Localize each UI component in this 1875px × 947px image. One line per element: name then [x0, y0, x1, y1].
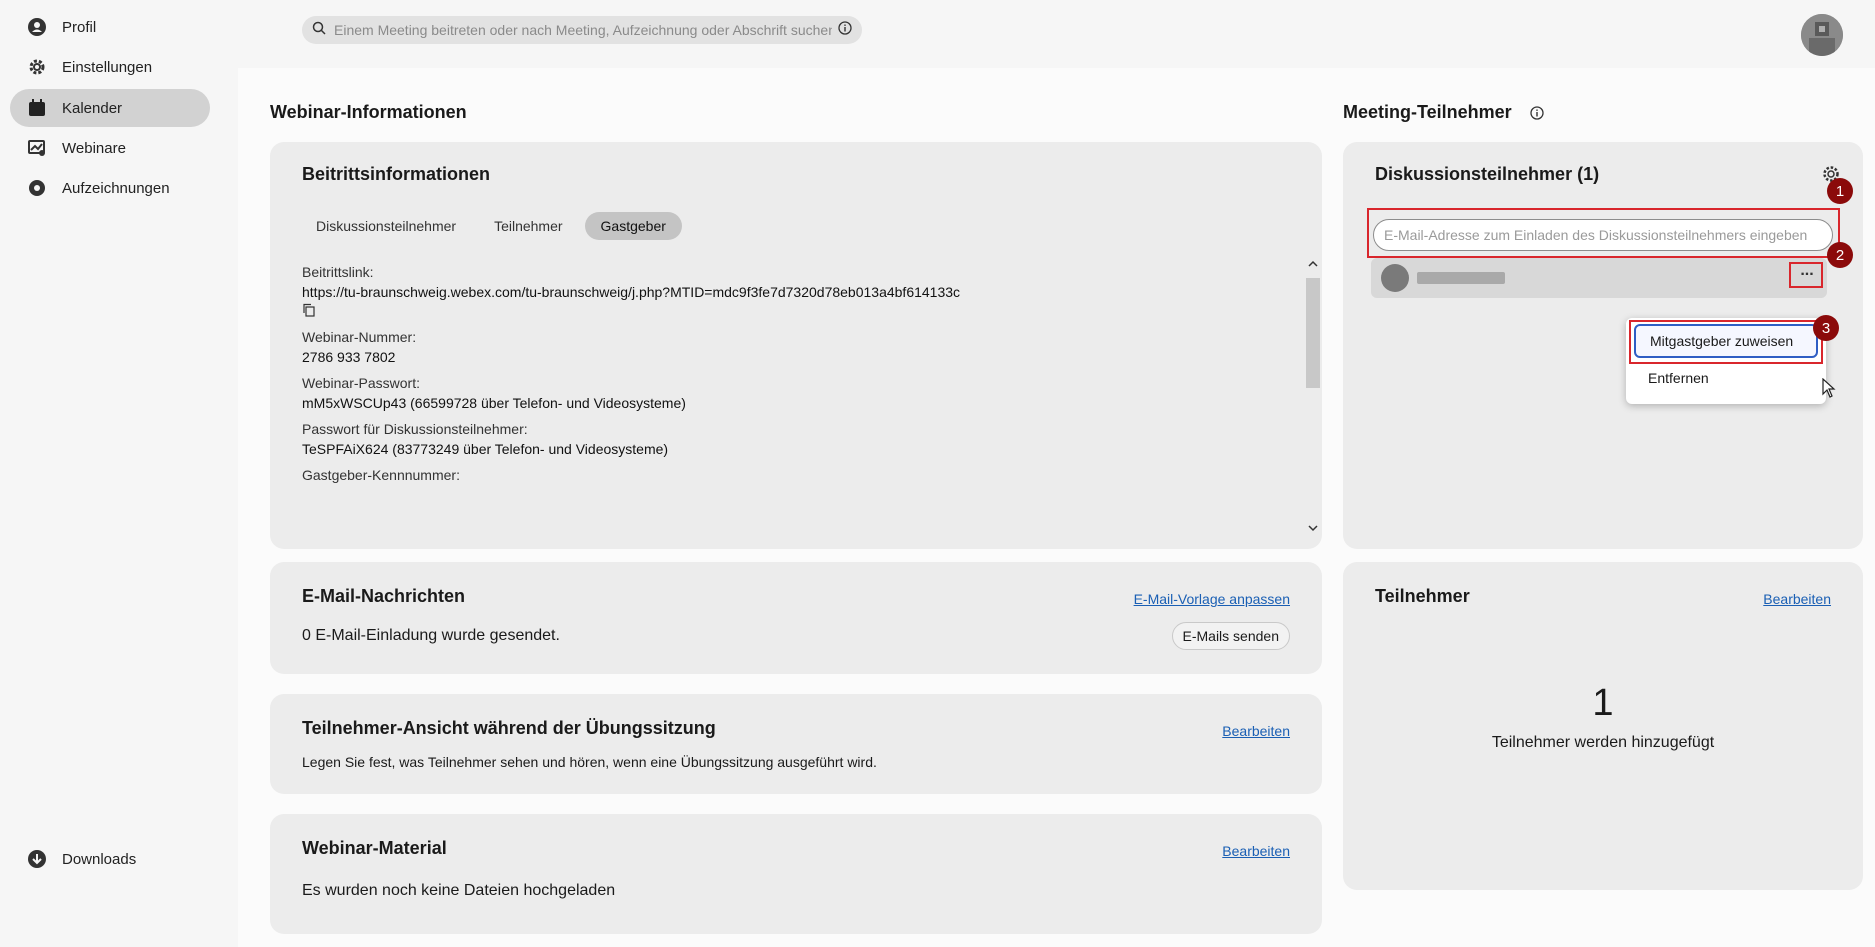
email-card-title: E-Mail-Nachrichten [302, 586, 466, 606]
practice-card-title: Teilnehmer-Ansicht während der Übungssit… [302, 718, 716, 738]
panelist-context-menu: Mitgastgeber zuweisen Entfernen [1626, 318, 1826, 404]
webinar-material-card: Webinar-Material Bearbeiten Es wurden no… [270, 814, 1322, 934]
search-icon [312, 21, 326, 40]
panelists-title: Diskussionsteilnehmer (1) [1375, 164, 1600, 184]
practice-edit-link[interactable]: Bearbeiten [1222, 723, 1290, 739]
sidebar-item-kalender[interactable]: Kalender [10, 89, 210, 127]
panelist-avatar [1381, 264, 1409, 292]
step-badge-1: 1 [1827, 178, 1853, 204]
join-info-card: Beitrittsinformationen Diskussionsteilne… [270, 142, 1322, 549]
main-content: Webinar-Informationen Beitrittsinformati… [238, 68, 1875, 947]
join-info-tabs: Diskussionsteilnehmer Teilnehmer Gastgeb… [300, 212, 682, 240]
attendees-desc: Teilnehmer werden hinzugefügt [1491, 734, 1715, 751]
sidebar-item-label: Einstellungen [62, 58, 153, 76]
panelist-name-blurred [1417, 272, 1505, 284]
panelist-password-label: Passwort für Diskussionsteilnehmer: [302, 421, 528, 437]
scrollbar[interactable] [1306, 264, 1320, 484]
panelist-password-value: TeSPFAiX624 (83773249 über Telefon- und … [302, 441, 669, 457]
gear-icon [26, 56, 48, 78]
sidebar-item-label: Webinare [62, 139, 126, 157]
sidebar-item-webinare[interactable]: Webinare [10, 129, 210, 167]
join-link-label: Beitrittslink: [302, 264, 374, 280]
sidebar: Profil Einstellungen Kalender Webinare A… [0, 0, 238, 947]
email-card: E-Mail-Nachrichten E-Mail-Vorlage anpass… [270, 562, 1322, 674]
avatar[interactable] [1801, 14, 1843, 56]
sidebar-item-downloads[interactable]: Downloads [10, 840, 210, 878]
attendee-count: 1 [1592, 682, 1614, 724]
sidebar-item-label: Kalender [62, 99, 123, 117]
join-info-title: Beitrittsinformationen [302, 164, 491, 184]
tab-diskussionsteilnehmer[interactable]: Diskussionsteilnehmer [300, 212, 472, 240]
step-badge-2: 2 [1827, 242, 1853, 268]
remove-menu-item[interactable]: Entfernen [1634, 361, 1818, 395]
scrollbar-thumb[interactable] [1306, 278, 1320, 388]
downloads-label: Downloads [62, 850, 137, 868]
scroll-down-icon[interactable] [1306, 520, 1320, 538]
download-icon [26, 848, 48, 870]
send-emails-button[interactable]: E-Mails senden [1171, 622, 1290, 650]
webinar-number-label: Webinar-Nummer: [302, 329, 417, 345]
webinar-icon [26, 137, 48, 159]
sidebar-item-aufzeichnungen[interactable]: Aufzeichnungen [10, 169, 210, 207]
mouse-cursor-icon [1822, 377, 1836, 403]
sidebar-item-label: Aufzeichnungen [62, 179, 170, 197]
sidebar-item-label: Profil [62, 18, 97, 36]
email-invite-input[interactable] [1373, 219, 1833, 251]
email-template-link[interactable]: E-Mail-Vorlage anpassen [1134, 591, 1290, 607]
more-options-button[interactable]: ... [1793, 263, 1821, 286]
material-card-title: Webinar-Material [302, 838, 447, 858]
sidebar-item-profil[interactable]: Profil [10, 8, 210, 46]
practice-session-card: Teilnehmer-Ansicht während der Übungssit… [270, 694, 1322, 794]
attendees-card: Teilnehmer Bearbeiten 1 Teilnehmer werde… [1343, 562, 1863, 890]
info-icon[interactable] [838, 20, 852, 40]
webinar-number-value: 2786 933 7802 [302, 349, 396, 365]
webinar-info-heading: Webinar-Informationen [270, 102, 467, 122]
webinar-password-value: mM5xWSCUp43 (66599728 über Telefon- und … [302, 395, 686, 411]
search-bar [302, 16, 862, 44]
copy-icon[interactable] [302, 303, 1082, 319]
calendar-icon [26, 97, 48, 119]
profile-icon [26, 16, 48, 38]
step-badge-3: 3 [1813, 315, 1839, 341]
webinar-password-label: Webinar-Passwort: [302, 375, 421, 391]
recording-icon [26, 177, 48, 199]
join-info-details: Beitrittslink: https://tu-braunschweig.w… [302, 264, 1082, 514]
tab-teilnehmer[interactable]: Teilnehmer [478, 212, 578, 240]
material-card-desc: Es wurden noch keine Dateien hochgeladen [302, 882, 616, 899]
panelist-row: ... [1371, 258, 1827, 298]
search-input[interactable] [334, 22, 832, 38]
sidebar-item-einstellungen[interactable]: Einstellungen [10, 48, 210, 86]
join-link-value: https://tu-braunschweig.webex.com/tu-bra… [302, 284, 961, 300]
meeting-participants-heading: Meeting-Teilnehmer [1343, 102, 1512, 122]
info-icon[interactable] [1530, 106, 1544, 125]
practice-card-desc: Legen Sie fest, was Teilnehmer sehen und… [302, 754, 877, 770]
tab-gastgeber[interactable]: Gastgeber [584, 212, 682, 240]
attendees-title: Teilnehmer [1375, 586, 1470, 606]
host-key-label: Gastgeber-Kennnummer: [302, 467, 460, 483]
email-status: 0 E-Mail-Einladung wurde gesendet. [302, 627, 560, 644]
material-edit-link[interactable]: Bearbeiten [1222, 843, 1290, 859]
attendees-edit-link[interactable]: Bearbeiten [1763, 591, 1831, 607]
assign-cohost-menu-item[interactable]: Mitgastgeber zuweisen [1634, 324, 1818, 358]
